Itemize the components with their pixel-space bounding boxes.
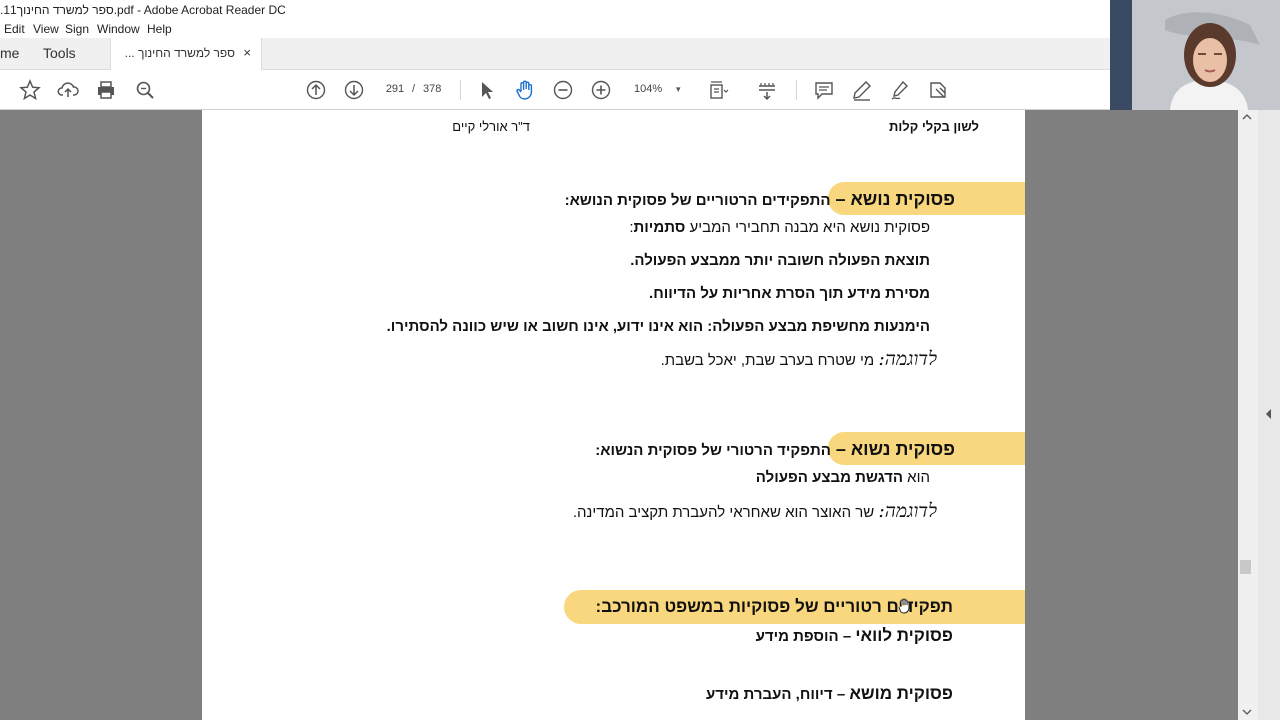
toolbar: 291 / 378 104% ▾ bbox=[0, 70, 1110, 110]
hand-cursor-icon bbox=[898, 598, 910, 614]
bookmark-star-icon[interactable] bbox=[19, 79, 41, 101]
page-header-left: ד"ר אורלי קיים bbox=[452, 119, 530, 134]
section1-example-text: מי שטרח בערב שבת, יאכל בשבת. bbox=[660, 352, 879, 369]
section2-line1-bold: הדגשת מבצע הפעולה bbox=[755, 469, 903, 486]
menu-window[interactable]: Window bbox=[97, 22, 140, 36]
section2-example: לדוגמה: שר האוצר הוא שאחראי להעברת תקציב… bbox=[573, 500, 937, 523]
tab-document-label: ספר למשרד החינוך ... bbox=[124, 46, 235, 60]
comment-icon[interactable] bbox=[813, 79, 835, 101]
zoom-search-icon[interactable] bbox=[134, 79, 156, 101]
scroll-up-icon[interactable] bbox=[1242, 113, 1252, 121]
presenter-video-image bbox=[1110, 0, 1280, 110]
section1-line1-text: פסוקית נושא היא מבנה תחבירי המביע bbox=[685, 219, 930, 236]
page-fit-icon[interactable] bbox=[707, 79, 729, 101]
upload-cloud-icon[interactable] bbox=[57, 79, 79, 101]
sign-pen-icon[interactable] bbox=[889, 79, 911, 101]
right-pane-toggle[interactable] bbox=[1258, 110, 1280, 720]
section3-item1-bold: פסוקית לוואי bbox=[855, 626, 953, 645]
section2-line1: הוא הדגשת מבצע הפעולה bbox=[756, 469, 930, 486]
zoom-out-icon[interactable] bbox=[552, 79, 574, 101]
section2-heading: פסוקית נשוא – התפקיד הרטורי של פסוקית הנ… bbox=[595, 439, 955, 460]
tab-document[interactable]: ספר למשרד החינוך ... × bbox=[110, 38, 262, 70]
menu-help[interactable]: Help bbox=[147, 22, 172, 36]
menu-view[interactable]: View bbox=[33, 22, 59, 36]
example-label: לדוגמה: bbox=[878, 348, 937, 370]
section1-line2: תוצאת הפעולה חשובה יותר ממבצע הפעולה. bbox=[630, 252, 930, 269]
tab-home[interactable]: me bbox=[0, 45, 19, 61]
tab-bar: me Tools ספר למשרד החינוך ... × bbox=[0, 38, 1110, 70]
section2-title: פסוקית נשוא – bbox=[830, 439, 955, 459]
next-page-icon[interactable] bbox=[343, 79, 365, 101]
select-cursor-icon[interactable] bbox=[476, 79, 498, 101]
section3-item2-rest: – דיווח, העברת מידע bbox=[705, 686, 850, 703]
section3-item2-bold: פסוקית מושא bbox=[849, 684, 953, 703]
webcam-video bbox=[1110, 0, 1280, 110]
toolbar-divider bbox=[460, 80, 461, 100]
menu-edit[interactable]: Edit bbox=[4, 22, 25, 36]
toolbar-divider bbox=[796, 80, 797, 100]
section1-line4: הימנעות מחשיפת מבצע הפעולה: הוא אינו ידו… bbox=[386, 318, 930, 335]
vertical-scrollbar[interactable] bbox=[1238, 110, 1258, 720]
more-tools-icon[interactable] bbox=[927, 79, 949, 101]
page-number-input[interactable]: 291 bbox=[381, 80, 409, 98]
section1-line1: פסוקית נושא היא מבנה תחבירי המביע סתמיות… bbox=[629, 219, 930, 236]
zoom-level-select[interactable]: 104% bbox=[634, 80, 662, 98]
example-label: לדוגמה: bbox=[878, 500, 937, 522]
previous-page-icon[interactable] bbox=[305, 79, 327, 101]
section1-line1-bold: סתמיות bbox=[633, 219, 686, 236]
tab-tools[interactable]: Tools bbox=[43, 45, 76, 61]
section1-title-rest: התפקידים הרטוריים של פסוקית הנושא: bbox=[564, 192, 831, 209]
section2-title-rest: התפקיד הרטורי של פסוקית הנשוא: bbox=[595, 442, 831, 459]
pdf-page: לשון בקלי קלות ד"ר אורלי קיים פסוקית נוש… bbox=[202, 110, 1025, 720]
print-icon[interactable] bbox=[95, 79, 117, 101]
section3-item1: פסוקית לוואי – הוספת מידע bbox=[756, 626, 953, 646]
section2-example-text: שר האוצר הוא שאחראי להעברת תקציב המדינה. bbox=[572, 504, 879, 521]
section1-example: לדוגמה: מי שטרח בערב שבת, יאכל בשבת. bbox=[661, 348, 937, 371]
section1-line3: מסירת מידע תוך הסרת אחריות על הדיווח. bbox=[649, 285, 930, 302]
section3-item1-rest: – הוספת מידע bbox=[755, 628, 856, 645]
scrollbar-thumb[interactable] bbox=[1240, 560, 1251, 574]
section1-title: פסוקית נושא – bbox=[830, 189, 955, 209]
scroll-mode-icon[interactable] bbox=[756, 79, 778, 101]
highlight-pen-icon[interactable] bbox=[851, 79, 873, 101]
section3-item2: פסוקית מושא – דיווח, העברת מידע bbox=[706, 684, 953, 704]
title-bar: .11ספר למשרד החינוך.pdf - Adobe Acrobat … bbox=[0, 0, 1110, 20]
expand-pane-icon[interactable] bbox=[1264, 408, 1272, 420]
scroll-down-icon[interactable] bbox=[1242, 708, 1252, 716]
zoom-in-icon[interactable] bbox=[590, 79, 612, 101]
zoom-dropdown-icon[interactable]: ▾ bbox=[676, 80, 681, 98]
window-title: .11ספר למשרד החינוך.pdf - Adobe Acrobat … bbox=[0, 3, 286, 17]
menu-sign[interactable]: Sign bbox=[65, 22, 89, 36]
document-viewer[interactable]: לשון בקלי קלות ד"ר אורלי קיים פסוקית נוש… bbox=[0, 110, 1238, 720]
menu-bar: Edit View Sign Window Help bbox=[0, 20, 1110, 38]
close-tab-icon[interactable]: × bbox=[243, 45, 251, 60]
page-separator: / bbox=[412, 83, 416, 95]
section1-heading: פסוקית נושא – התפקידים הרטוריים של פסוקי… bbox=[565, 189, 955, 210]
hand-tool-icon[interactable] bbox=[514, 79, 536, 101]
page-header-right: לשון בקלי קלות bbox=[889, 119, 979, 134]
page-total: 378 bbox=[423, 83, 442, 95]
section2-line1-text: הוא bbox=[903, 469, 930, 486]
